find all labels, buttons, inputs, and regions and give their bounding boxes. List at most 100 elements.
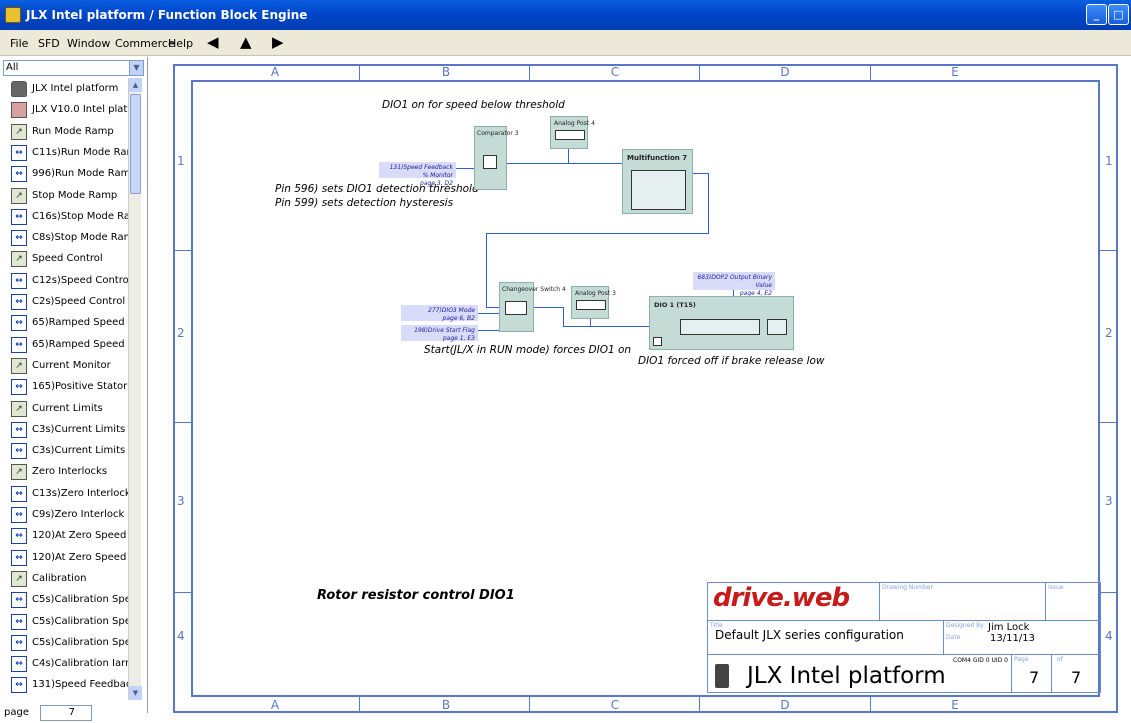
sidebar-item-label: 120)At Zero Speed Fl: [32, 551, 139, 563]
sidebar-item[interactable]: ↔ C4s)Calibration Iarm I: [8, 653, 140, 675]
switch-symbol: [505, 301, 527, 315]
configuration-title: Default JLX series configuration: [715, 628, 904, 642]
link-icon: ↔: [11, 528, 27, 545]
forward-arrow-icon[interactable]: ▶: [272, 33, 284, 51]
page-spinner[interactable]: 7: [40, 705, 92, 721]
sidebar-item-label: C4s)Calibration Iarm I: [32, 658, 140, 670]
sidebar-item[interactable]: ↔ 120)At Zero Speed Fl: [8, 525, 140, 547]
analog-post-4-display: [555, 130, 585, 140]
sidebar-item[interactable]: ↔ 131)Speed Feedback: [8, 674, 140, 696]
link-icon: ↔: [11, 379, 27, 396]
sidebar-item-label: C5s)Calibration Speed: [32, 636, 140, 648]
sidebar-item[interactable]: ↔ 996)Run Mode Ramps: [8, 163, 140, 185]
link-icon: ↔: [11, 315, 27, 332]
sidebar-item[interactable]: ↔ 65)Ramped Speed Re: [8, 312, 140, 334]
link-icon: ↔: [11, 592, 27, 609]
sidebar-item-label: C3s)Current Limits Iar: [32, 423, 140, 435]
filter-value: All: [6, 62, 19, 73]
analog-post-3-block[interactable]: Analog Post 3: [571, 286, 616, 319]
sidebar-item[interactable]: ↗ Speed Control: [8, 248, 140, 270]
sidebar-item[interactable]: ↗ Current Limits: [8, 398, 140, 420]
sidebar-item[interactable]: ↔ C5s)Calibration Speed: [8, 611, 140, 633]
dio1-block[interactable]: DIO 1 (T15): [649, 296, 794, 350]
sidebar-item[interactable]: ↗ Calibration: [8, 568, 140, 590]
menu-help[interactable]: Help: [168, 37, 193, 50]
col-label-bottom: C: [610, 698, 620, 712]
ramp-icon: ↗: [11, 464, 27, 481]
maximize-button[interactable]: □: [1108, 4, 1129, 25]
filter-select[interactable]: All ▼: [3, 60, 144, 76]
platform-name: JLX Intel platform: [747, 663, 946, 689]
tag-drive-start[interactable]: 198)Drive Start Flag page 1, E3: [401, 325, 478, 342]
window-title: JLX Intel platform / Function Block Engi…: [26, 8, 308, 22]
book-icon: [11, 102, 27, 119]
sidebar-item-label: Speed Control: [32, 253, 103, 265]
analog-post-4-block[interactable]: Analog Post 4: [550, 116, 595, 149]
sidebar-item[interactable]: JLX Intel platform: [8, 78, 140, 100]
menu-window[interactable]: Window: [67, 37, 110, 50]
up-arrow-icon[interactable]: ▲: [240, 33, 252, 51]
diagram-title: Rotor resistor control DIO1: [317, 588, 515, 603]
comparator-block[interactable]: Comparator 3: [474, 126, 519, 190]
sidebar-item[interactable]: ↔ C3s)Current Limits Iar: [8, 419, 140, 441]
ramp-icon: ↗: [11, 400, 27, 417]
sidebar-item[interactable]: ↔ C2s)Speed Control Ia: [8, 291, 140, 313]
sidebar-scrollbar[interactable]: ▲ ▼: [128, 78, 142, 700]
title-page-number: 7: [1029, 668, 1040, 687]
menu-sfd[interactable]: SFD: [38, 37, 60, 50]
col-label-top: C: [610, 65, 620, 79]
sidebar-item[interactable]: ↔ C12s)Speed Control T: [8, 270, 140, 292]
col-label-bottom: B: [441, 698, 451, 712]
sidebar-item[interactable]: ↔ C5s)Calibration Speed: [8, 632, 140, 654]
sidebar-item[interactable]: ↔ C9s)Zero Interlock Ru: [8, 504, 140, 526]
sidebar-item-label: Zero Interlocks: [32, 466, 108, 478]
note-brake-release: DIO1 forced off if brake release low: [638, 355, 825, 367]
minimize-button[interactable]: _: [1086, 4, 1107, 25]
tag-speed-feedback[interactable]: 131)Speed Feedback % Monitor page 3, D2: [379, 162, 456, 187]
title-page-total: 7: [1071, 668, 1082, 687]
sidebar-item[interactable]: ↔ C16s)Stop Mode Ram: [8, 206, 140, 228]
sidebar-item-label: C12s)Speed Control T: [32, 274, 140, 286]
back-arrow-icon[interactable]: ◀: [207, 33, 219, 51]
menu-file[interactable]: File: [10, 37, 28, 50]
device-ids: COM4 GID 0 UID 0: [953, 657, 1008, 664]
multifunction-block[interactable]: Multifunction 7: [622, 149, 693, 214]
sidebar-item-label: Calibration: [32, 572, 87, 584]
link-icon: ↔: [11, 634, 27, 651]
sidebar-item[interactable]: ↗ Stop Mode Ramp: [8, 185, 140, 207]
ramp-icon: ↗: [11, 570, 27, 587]
link-icon: ↔: [11, 336, 27, 353]
row-label-right: 3: [1105, 494, 1113, 508]
link-icon: ↔: [11, 166, 27, 183]
dio1-output: [767, 319, 787, 335]
scroll-down-icon[interactable]: ▼: [129, 686, 142, 700]
sidebar-item[interactable]: ↔ C5s)Calibration Speed: [8, 589, 140, 611]
col-label-bottom: D: [780, 698, 790, 712]
changeover-switch-block[interactable]: Changeover Switch 4: [499, 282, 566, 332]
sidebar-item[interactable]: ↔ 165)Positive Stator Bi: [8, 376, 140, 398]
sidebar-item[interactable]: ↔ C8s)Stop Mode Ramp: [8, 227, 140, 249]
sidebar-item[interactable]: ↗ Run Mode Ramp: [8, 121, 140, 143]
sidebar-item[interactable]: ↔ 65)Ramped Speed Re: [8, 334, 140, 356]
tag-dop2-output[interactable]: 683)DOP2 Output Binary Value page 4, E2: [693, 272, 775, 297]
device-icon: [715, 664, 729, 688]
sidebar-item[interactable]: ↔ C11s)Run Mode Ramp: [8, 142, 140, 164]
link-icon: ↔: [11, 613, 27, 630]
sidebar-item-label: 165)Positive Stator Bi: [32, 381, 140, 393]
sidebar-item[interactable]: ↔ C3s)Current Limits Iar: [8, 440, 140, 462]
row-label-left: 3: [177, 494, 185, 508]
sidebar-item[interactable]: JLX V10.0 Intel platfo: [8, 99, 140, 121]
sidebar-item-label: Stop Mode Ramp: [32, 189, 118, 201]
sidebar-item[interactable]: ↗ Current Monitor: [8, 355, 140, 377]
scroll-up-icon[interactable]: ▲: [129, 78, 142, 92]
sidebar-item[interactable]: ↗ Zero Interlocks: [8, 461, 140, 483]
row-label-right: 2: [1105, 326, 1113, 340]
tag-dio3-mode[interactable]: 277)DIO3 Mode page 6, B2: [401, 305, 478, 322]
chevron-down-icon[interactable]: ▼: [129, 61, 143, 75]
sidebar-item-label: C5s)Calibration Speed: [32, 594, 140, 606]
scroll-thumb[interactable]: [130, 94, 141, 194]
menu-commerce[interactable]: Commerce: [115, 37, 175, 50]
drum-icon: [11, 81, 27, 97]
sidebar-item[interactable]: ↔ 120)At Zero Speed Fl: [8, 547, 140, 569]
sidebar-item[interactable]: ↔ C13s)Zero Interlocks: [8, 483, 140, 505]
